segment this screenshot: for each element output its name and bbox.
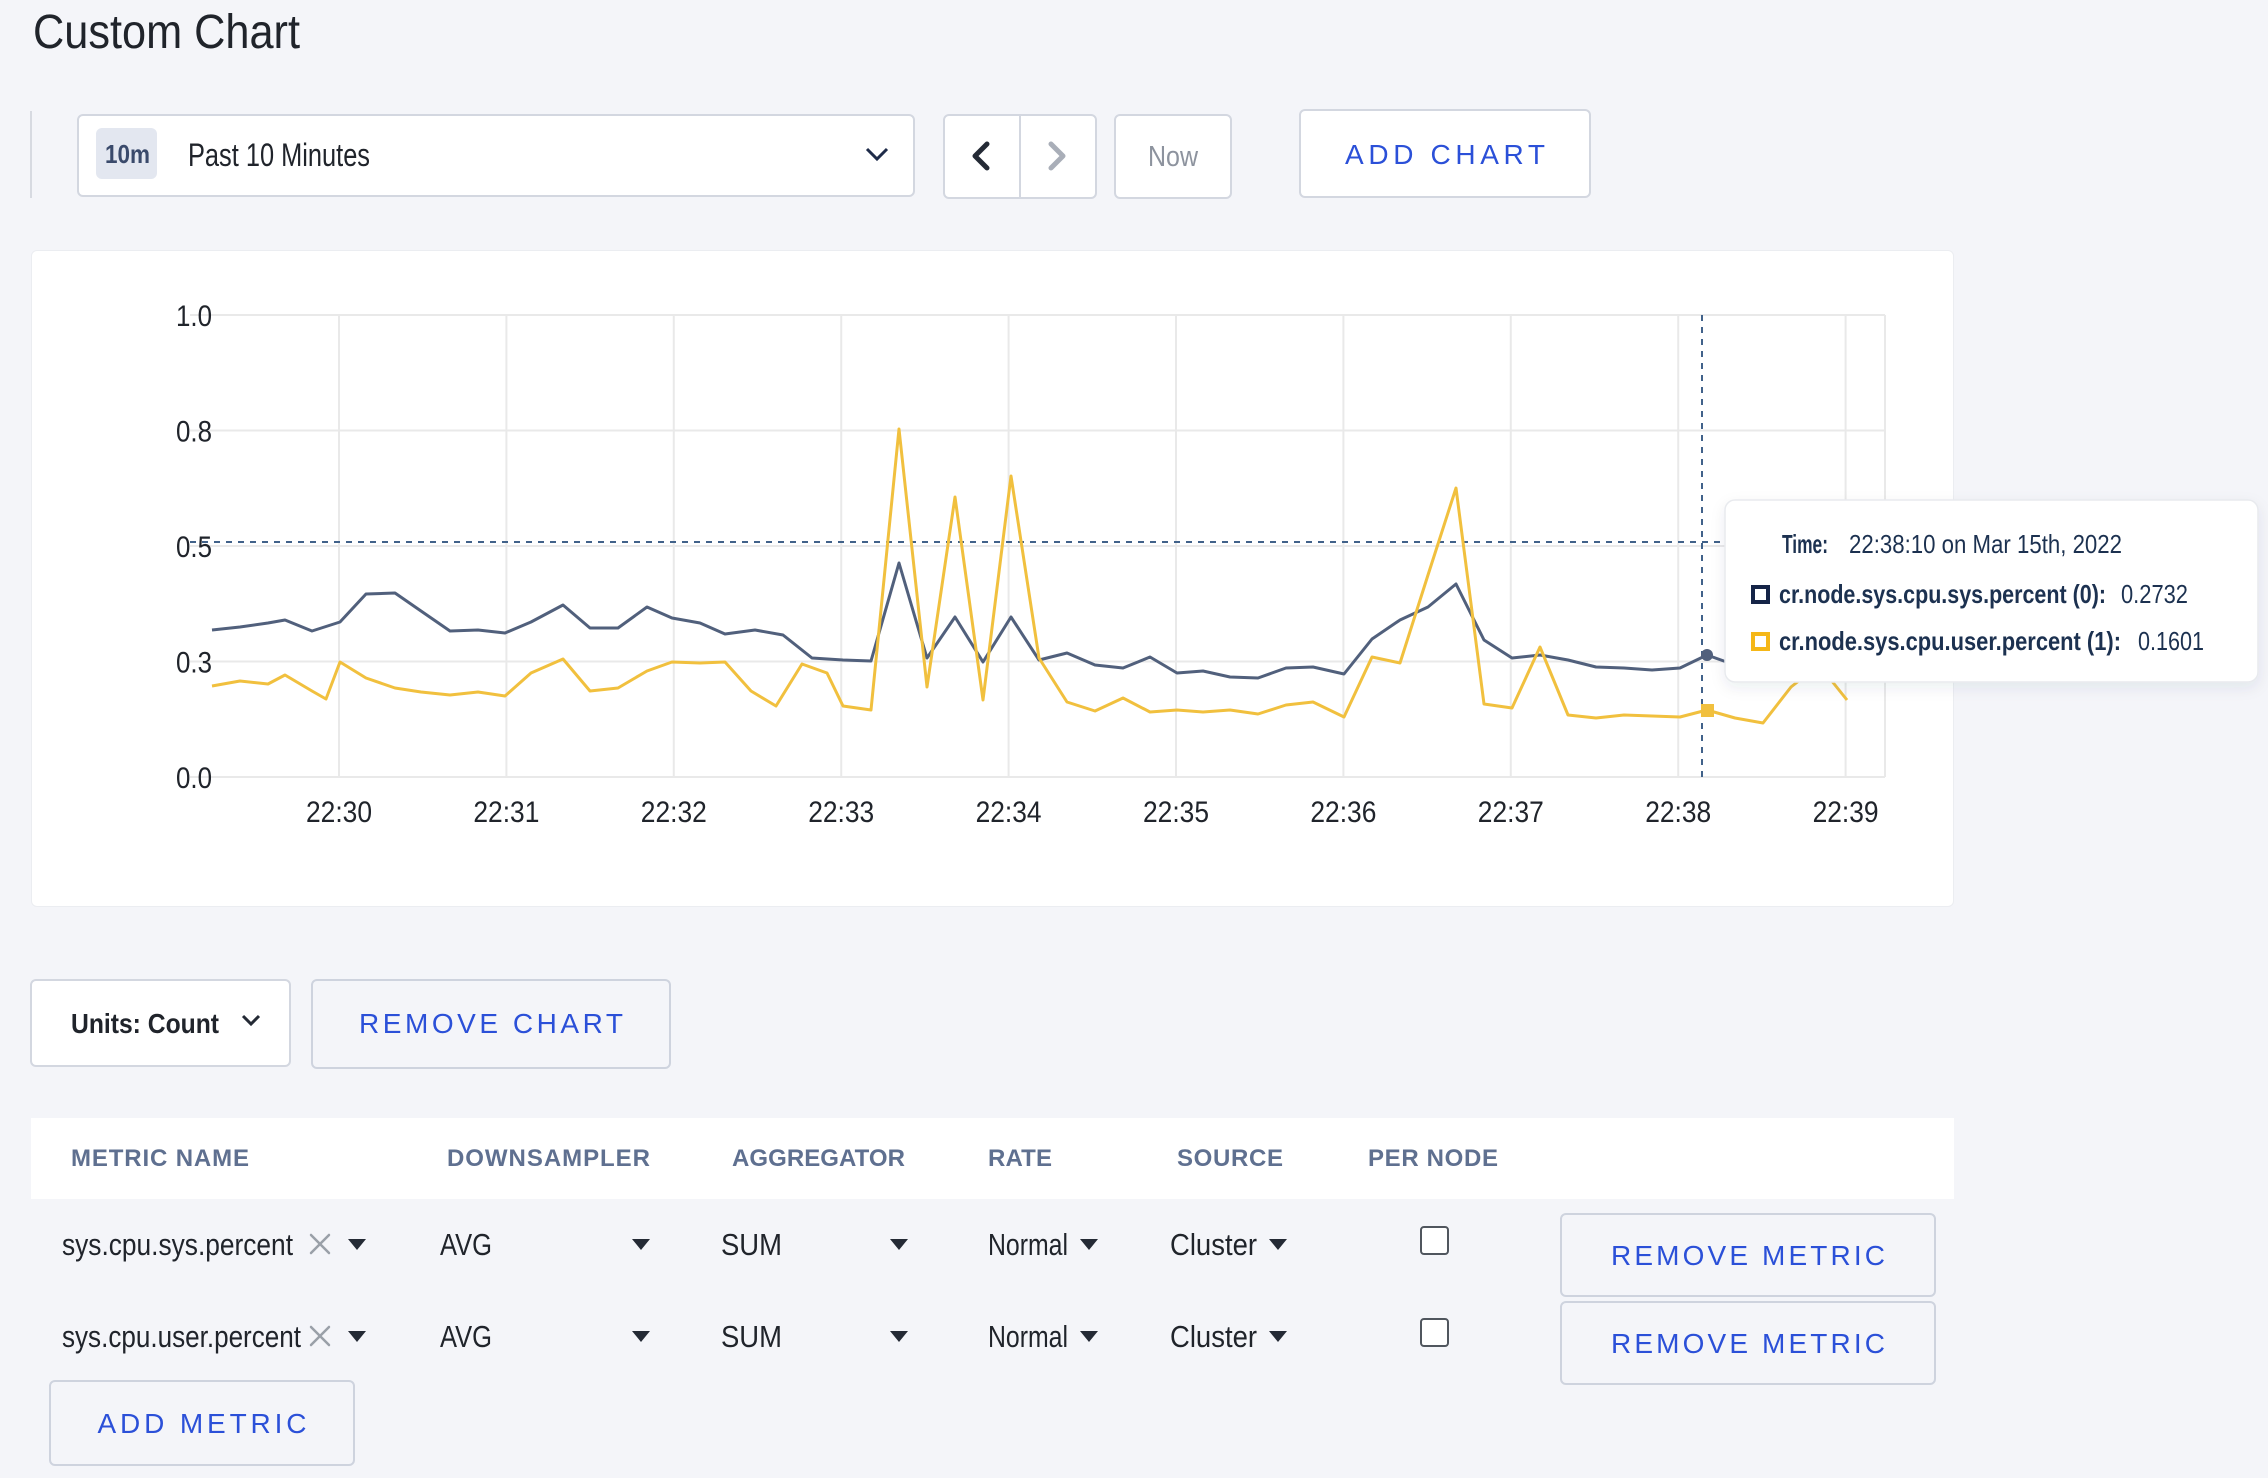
svg-text:cr.node.sys.cpu.sys.percent (0: cr.node.sys.cpu.sys.percent (0): bbox=[1779, 579, 2106, 609]
svg-text:22:35: 22:35 bbox=[1143, 796, 1209, 829]
svg-text:AVG: AVG bbox=[440, 1319, 492, 1354]
svg-text:SUM: SUM bbox=[721, 1319, 782, 1354]
svg-text:Cluster: Cluster bbox=[1170, 1319, 1257, 1354]
svg-text:AGGREGATOR: AGGREGATOR bbox=[732, 1145, 905, 1172]
svg-text:22:30: 22:30 bbox=[306, 796, 372, 829]
svg-text:sys.cpu.user.percent: sys.cpu.user.percent bbox=[62, 1319, 301, 1354]
svg-text:22:38: 22:38 bbox=[1645, 796, 1711, 829]
svg-text:Custom Chart: Custom Chart bbox=[33, 6, 300, 59]
svg-text:0.5: 0.5 bbox=[176, 531, 212, 564]
svg-text:METRIC NAME: METRIC NAME bbox=[71, 1145, 249, 1172]
svg-text:Normal: Normal bbox=[988, 1227, 1068, 1262]
svg-text:Units: Count: Units: Count bbox=[71, 1008, 219, 1039]
svg-text:ADD CHART: ADD CHART bbox=[1345, 139, 1545, 170]
svg-text:0.0: 0.0 bbox=[176, 762, 212, 795]
svg-text:Now: Now bbox=[1148, 141, 1199, 173]
svg-text:1.0: 1.0 bbox=[176, 300, 212, 333]
svg-text:ADD METRIC: ADD METRIC bbox=[98, 1408, 307, 1439]
svg-text:DOWNSAMPLER: DOWNSAMPLER bbox=[447, 1145, 650, 1172]
svg-text:22:33: 22:33 bbox=[808, 796, 874, 829]
svg-text:0.2732: 0.2732 bbox=[2121, 579, 2188, 609]
svg-text:0.1601: 0.1601 bbox=[2138, 626, 2204, 656]
svg-text:10m: 10m bbox=[105, 139, 150, 169]
svg-text:22:32: 22:32 bbox=[641, 796, 707, 829]
svg-text:AVG: AVG bbox=[440, 1227, 492, 1262]
svg-text:REMOVE METRIC: REMOVE METRIC bbox=[1611, 1240, 1885, 1271]
svg-text:REMOVE METRIC: REMOVE METRIC bbox=[1611, 1328, 1885, 1359]
svg-text:Normal: Normal bbox=[988, 1319, 1068, 1354]
svg-text:0.8: 0.8 bbox=[176, 416, 212, 449]
svg-text:PER NODE: PER NODE bbox=[1368, 1145, 1498, 1172]
svg-text:sys.cpu.sys.percent: sys.cpu.sys.percent bbox=[62, 1227, 293, 1262]
svg-text:0.3: 0.3 bbox=[176, 647, 212, 680]
svg-text:Cluster: Cluster bbox=[1170, 1227, 1257, 1262]
svg-text:22:31: 22:31 bbox=[473, 796, 539, 829]
svg-text:SOURCE: SOURCE bbox=[1177, 1145, 1283, 1172]
svg-text:cr.node.sys.cpu.user.percent (: cr.node.sys.cpu.user.percent (1): bbox=[1779, 626, 2121, 656]
svg-text:RATE: RATE bbox=[988, 1145, 1052, 1172]
svg-text:22:34: 22:34 bbox=[976, 796, 1042, 829]
svg-text:Past 10 Minutes: Past 10 Minutes bbox=[188, 137, 370, 173]
svg-text:22:37: 22:37 bbox=[1478, 796, 1544, 829]
svg-text:Time:: Time: bbox=[1782, 529, 1828, 559]
svg-text:22:38:10 on Mar 15th, 2022: 22:38:10 on Mar 15th, 2022 bbox=[1849, 529, 2122, 559]
svg-text:22:36: 22:36 bbox=[1310, 796, 1376, 829]
svg-text:REMOVE CHART: REMOVE CHART bbox=[359, 1008, 623, 1039]
svg-text:SUM: SUM bbox=[721, 1227, 782, 1262]
svg-text:22:39: 22:39 bbox=[1813, 796, 1879, 829]
